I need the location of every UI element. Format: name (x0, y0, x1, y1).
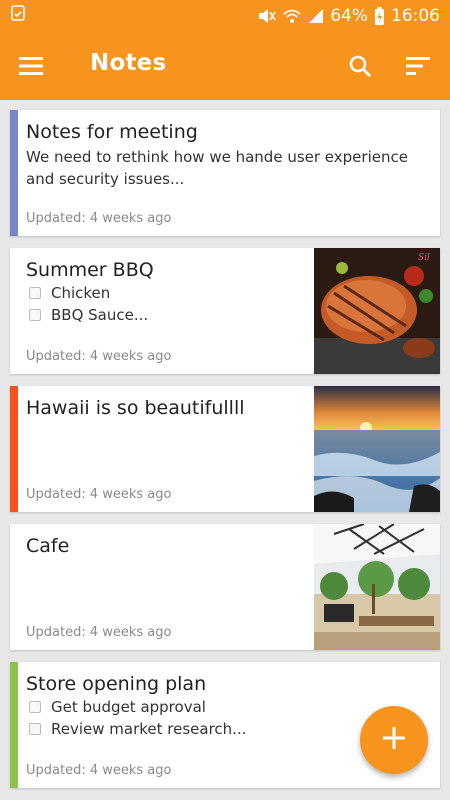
clock: 16:06 (391, 6, 440, 26)
note-title: Cafe (26, 535, 70, 557)
ocean-sunset-photo (314, 386, 440, 512)
battery-percent: 64% (330, 6, 368, 26)
note-card-meeting[interactable]: Notes for meeting We need to rethink how… (10, 110, 440, 236)
hamburger-menu-icon[interactable] (16, 52, 46, 80)
checklist-item-label: Chicken (51, 284, 111, 302)
battery-charging-icon (374, 6, 385, 26)
note-updated: Updated: 4 weeks ago (26, 349, 172, 364)
signal-icon (308, 7, 324, 25)
note-preview-text: We need to rethink how we hande user exp… (26, 148, 408, 188)
notes-list: Notes for meeting We need to rethink how… (10, 110, 440, 800)
checkbox-icon[interactable] (29, 287, 41, 299)
status-bar: 64% 16:06 (0, 0, 450, 32)
note-card-bbq[interactable]: Summer BBQ Chicken BBQ Sauce... Updated:… (10, 248, 440, 374)
note-card-hawaii[interactable]: Hawaii is so beautifullll Updated: 4 wee… (10, 386, 440, 512)
note-updated: Updated: 4 weeks ago (26, 487, 172, 502)
checkbox-icon[interactable] (29, 309, 41, 321)
checklist-item-label: Get budget approval (51, 698, 206, 716)
search-icon[interactable] (344, 50, 376, 82)
wifi-icon (282, 7, 302, 25)
note-updated: Updated: 4 weeks ago (26, 625, 172, 640)
checklist-item-label: BBQ Sauce... (51, 306, 149, 324)
app-bar: Notes (0, 32, 450, 100)
note-updated: Updated: 4 weeks ago (26, 211, 172, 226)
notification-icon (10, 5, 26, 27)
checklist-item-label: Review market research... (51, 720, 247, 738)
checklist-item: Chicken (26, 282, 304, 304)
checkbox-icon[interactable] (29, 701, 41, 713)
cafe-interior-photo (314, 524, 440, 650)
note-color-accent (10, 662, 18, 788)
page-title: Notes (90, 50, 167, 76)
checklist-item: BBQ Sauce... (26, 304, 304, 326)
note-title: Summer BBQ (26, 259, 154, 281)
plus-icon (383, 727, 405, 753)
add-note-button[interactable] (360, 706, 428, 774)
note-updated: Updated: 4 weeks ago (26, 763, 172, 778)
note-card-cafe[interactable]: Cafe Updated: 4 weeks ago (10, 524, 440, 650)
grilled-meat-photo: Sil (314, 248, 440, 374)
note-color-accent (10, 110, 18, 236)
checkbox-icon[interactable] (29, 723, 41, 735)
svg-text:Sil: Sil (418, 253, 430, 263)
note-title: Hawaii is so beautifullll (26, 397, 245, 419)
sort-icon[interactable] (402, 50, 434, 82)
note-color-accent (10, 386, 18, 512)
mute-icon (256, 7, 276, 25)
note-title: Store opening plan (26, 673, 207, 695)
note-title: Notes for meeting (26, 121, 198, 143)
